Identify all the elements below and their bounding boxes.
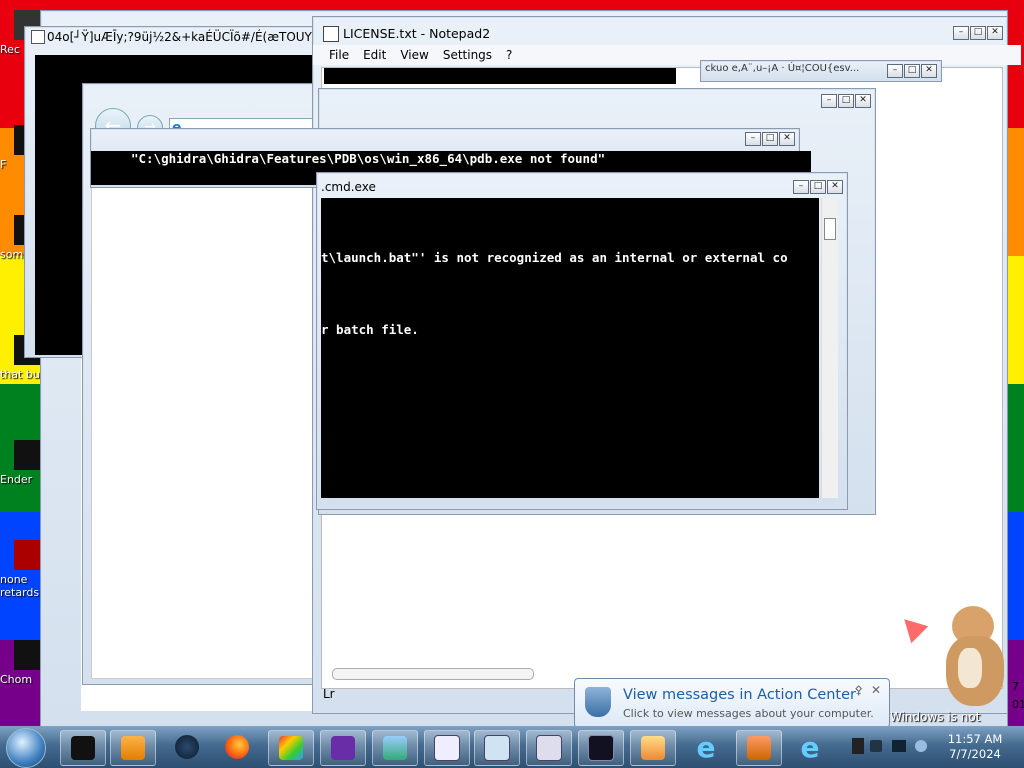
tray-app-icon[interactable] bbox=[870, 740, 882, 752]
close-button[interactable]: ✕ bbox=[855, 94, 871, 108]
action-center-subtitle: Click to view messages about your comput… bbox=[623, 707, 874, 720]
scroll-thumb[interactable] bbox=[824, 218, 836, 240]
action-center-flag-icon bbox=[585, 687, 611, 717]
menu-settings[interactable]: Settings bbox=[443, 45, 492, 65]
action-center-popup[interactable]: View messages in Action Center Click to … bbox=[574, 678, 890, 728]
start-orb-icon[interactable] bbox=[6, 728, 46, 768]
tray-flag-icon[interactable] bbox=[852, 738, 864, 754]
close-button[interactable]: ✕ bbox=[827, 180, 843, 194]
taskbar-internet-explorer-2-icon[interactable]: e bbox=[788, 730, 832, 764]
console-line: t\launch.bat"' is not recognized as an i… bbox=[321, 250, 788, 265]
taskbar-black-box-icon[interactable] bbox=[60, 730, 106, 766]
console-output[interactable]: t\launch.bat"' is not recognized as an i… bbox=[321, 198, 819, 498]
clock[interactable]: 11:57 AM 7/7/2024 bbox=[940, 732, 1010, 762]
menu-help[interactable]: ? bbox=[506, 45, 512, 65]
side-number: 7 bbox=[1012, 680, 1019, 693]
explorer-content bbox=[91, 152, 333, 679]
minimize-button[interactable]: – bbox=[745, 132, 761, 146]
menu-file[interactable]: File bbox=[329, 45, 349, 65]
taskbar-window-app-icon[interactable] bbox=[424, 730, 470, 766]
console-scrollbar[interactable] bbox=[821, 198, 838, 498]
right-partial-window[interactable]: ckuo e,A¨,u–¡A · Ú¤¦COU{esv... – □ ✕ bbox=[700, 60, 942, 82]
maximize-button[interactable]: □ bbox=[810, 180, 826, 194]
clock-time: 11:57 AM bbox=[947, 732, 1003, 746]
close-button[interactable]: ✕ bbox=[987, 26, 1003, 40]
minimize-button[interactable]: – bbox=[793, 180, 809, 194]
window-title: .cmd.exe bbox=[321, 180, 376, 194]
maximize-button[interactable]: □ bbox=[838, 94, 854, 108]
network-icon[interactable] bbox=[892, 740, 906, 752]
taskbar-notepad-app-icon[interactable] bbox=[474, 730, 520, 766]
taskbar-firefox-icon[interactable] bbox=[215, 730, 259, 764]
desktop-icon-none[interactable]: none retards bbox=[0, 540, 40, 599]
window-icon bbox=[31, 30, 45, 44]
app-icon bbox=[14, 440, 40, 470]
maximize-button[interactable]: □ bbox=[762, 132, 778, 146]
action-center-title[interactable]: View messages in Action Center bbox=[623, 687, 856, 703]
hamster-image bbox=[944, 606, 1006, 706]
close-icon[interactable]: ✕ bbox=[871, 683, 881, 697]
desktop-icon-chom[interactable]: Chom bbox=[0, 640, 40, 686]
menu-view[interactable]: View bbox=[400, 45, 428, 65]
window-title: LICENSE.txt - Notepad2 bbox=[343, 26, 491, 41]
clock-date: 7/7/2024 bbox=[949, 747, 1001, 761]
cmd-window[interactable]: .cmd.exe – □ ✕ t\launch.bat"' is not rec… bbox=[316, 172, 848, 510]
taskbar-dark-globe-icon[interactable] bbox=[165, 730, 209, 764]
minimize-button[interactable]: – bbox=[887, 64, 903, 78]
taskbar-calculator-icon[interactable] bbox=[526, 730, 572, 766]
minimize-button[interactable]: – bbox=[953, 26, 969, 40]
close-button[interactable]: ✕ bbox=[779, 132, 795, 146]
app-icon bbox=[14, 540, 40, 570]
horizontal-scrollbar[interactable] bbox=[332, 668, 534, 680]
taskbar-media-player-icon[interactable] bbox=[110, 730, 156, 766]
taskbar-color-shapes-icon[interactable] bbox=[268, 730, 314, 766]
desktop-icon-ender[interactable]: Ender bbox=[0, 440, 40, 486]
taskbar-internet-explorer-icon[interactable]: e bbox=[684, 730, 728, 764]
maximize-button[interactable]: □ bbox=[904, 64, 920, 78]
minimize-button[interactable]: – bbox=[821, 94, 837, 108]
window-title: ckuo e,A¨,u–¡A · Ú¤¦COU{esv... bbox=[705, 63, 860, 74]
maximize-button[interactable]: □ bbox=[970, 26, 986, 40]
taskbar: e e 11:57 AM 7/7/2024 bbox=[0, 726, 1024, 768]
notepad-icon bbox=[323, 26, 339, 42]
pin-icon[interactable]: ⚴ bbox=[854, 683, 863, 697]
volume-icon[interactable] bbox=[915, 740, 927, 752]
status-bar: Lr bbox=[323, 687, 335, 701]
taskbar-visual-studio-icon[interactable] bbox=[320, 730, 366, 766]
app-icon bbox=[14, 640, 40, 670]
taskbar-fox-app-icon[interactable] bbox=[736, 730, 782, 766]
taskbar-terminal-icon[interactable] bbox=[578, 730, 624, 766]
close-button[interactable]: ✕ bbox=[921, 64, 937, 78]
taskbar-image-viewer-icon[interactable] bbox=[372, 730, 418, 766]
console-line: r batch file. bbox=[321, 322, 419, 337]
taskbar-remote-desktop-icon[interactable] bbox=[630, 730, 676, 766]
window-title: 04o[┘Ÿ]uÆĪy;?9üj½2&+kaÉÜCÏõ#/É(æTOUYPÈ- bbox=[47, 30, 332, 44]
menu-edit[interactable]: Edit bbox=[363, 45, 386, 65]
